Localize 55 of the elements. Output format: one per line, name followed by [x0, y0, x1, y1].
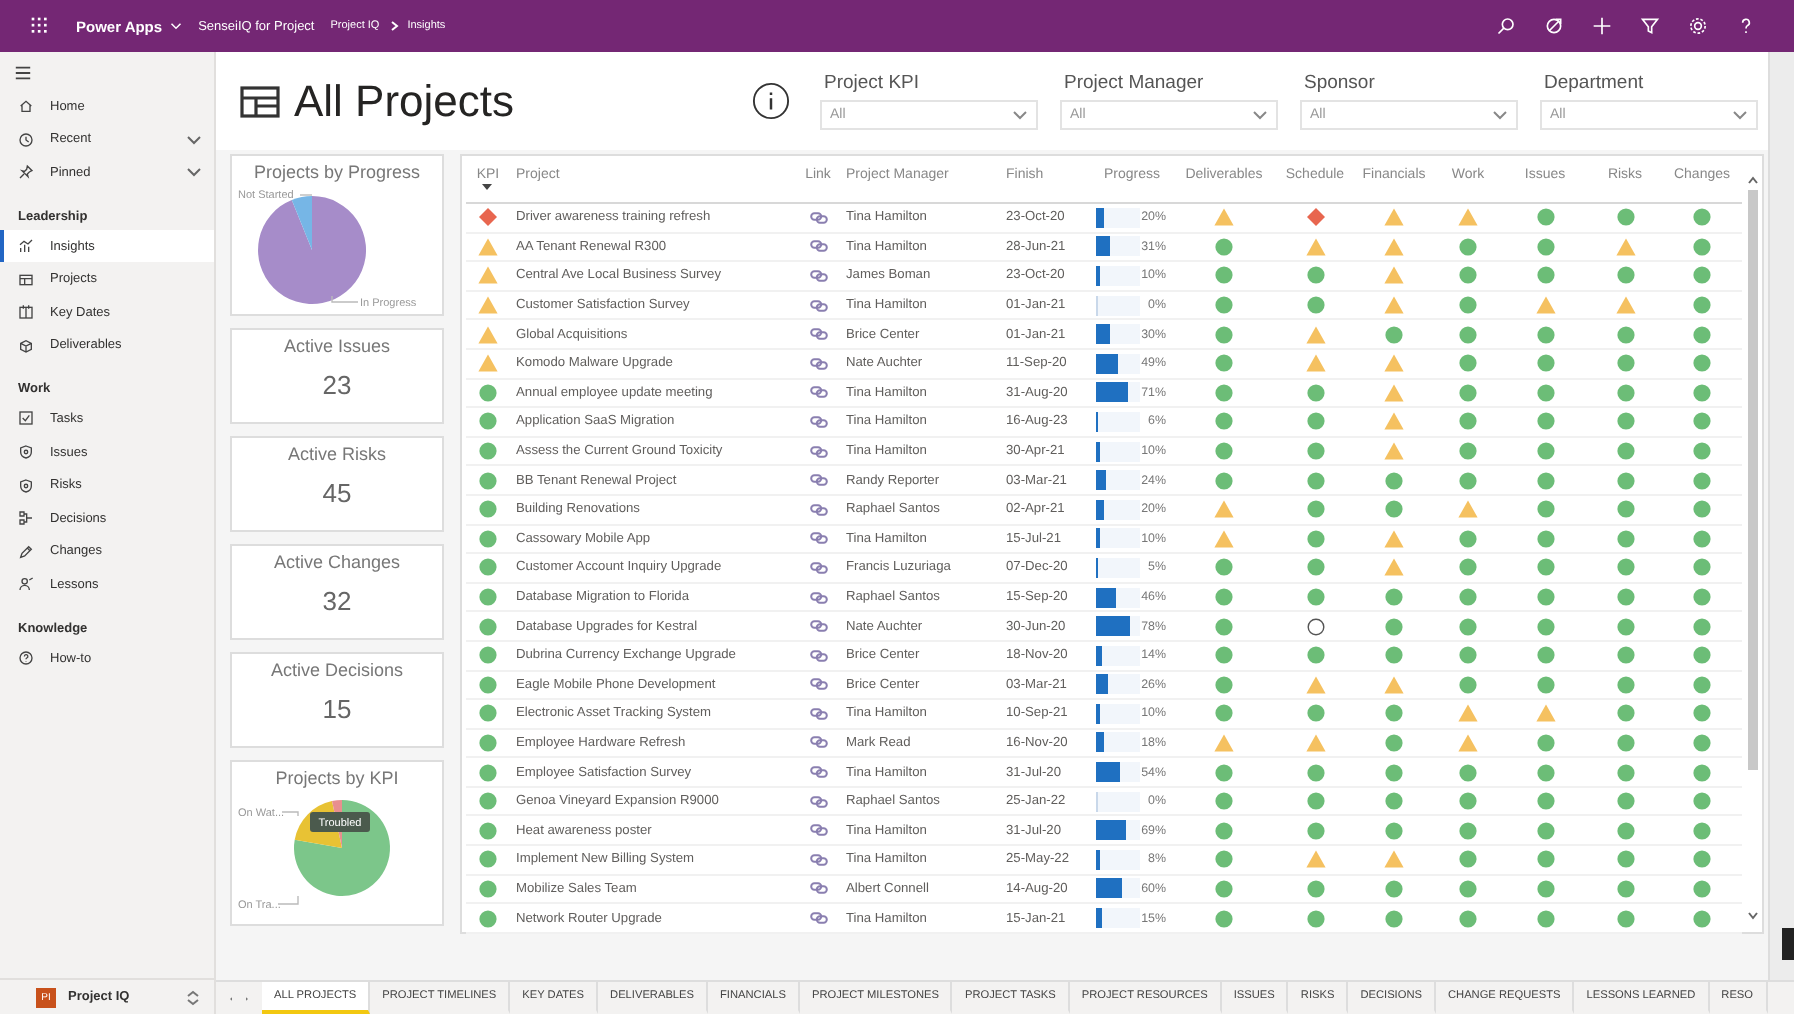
caret-down-icon[interactable]: [1747, 912, 1757, 920]
chart-icon: [18, 238, 34, 255]
hierarchy-icon: [18, 510, 34, 527]
box-icon: [18, 337, 34, 354]
clock-icon: [18, 131, 34, 148]
menu-icon[interactable]: [14, 64, 32, 82]
leader-line: [281, 811, 299, 817]
info-icon[interactable]: [752, 82, 790, 120]
leader-line: [331, 295, 359, 303]
filter-label: Project Manager: [1062, 72, 1206, 94]
chevron-icon[interactable]: [186, 166, 202, 179]
chevron-icon: [1012, 110, 1028, 120]
card-title: Active Risks: [287, 444, 386, 464]
scrollbar-thumb[interactable]: [1747, 190, 1757, 770]
card-title: Active Changes: [273, 552, 401, 572]
table-icon: [18, 271, 34, 288]
shield-icon: [18, 444, 34, 461]
metric-value: 32: [322, 586, 352, 616]
shield-icon: [18, 477, 34, 494]
filter-label: Department: [1542, 72, 1646, 94]
metric-value: 23: [322, 370, 352, 400]
chevron-icon: [387, 20, 400, 32]
question-icon: [18, 650, 34, 667]
page-title: All Projects: [294, 75, 515, 127]
help-icon[interactable]: [1736, 16, 1756, 36]
metric-value: 45: [322, 478, 352, 508]
settings-icon[interactable]: [1688, 16, 1708, 36]
house-icon: [18, 98, 34, 115]
target-icon[interactable]: [1544, 16, 1564, 36]
plus-icon[interactable]: [1592, 16, 1612, 36]
filter-icon[interactable]: [1640, 16, 1660, 36]
pin-icon: [18, 164, 34, 181]
chevron-icon[interactable]: [186, 133, 202, 146]
filter-label: Sponsor: [1302, 72, 1377, 94]
table-icon: [240, 85, 280, 117]
chevron-icon: [1492, 110, 1508, 120]
chevron-icon: [1252, 110, 1268, 120]
card-title: Active Decisions: [270, 660, 404, 680]
search-icon[interactable]: [1496, 16, 1516, 36]
checkbox-icon: [18, 410, 34, 427]
up-down-icon[interactable]: [186, 989, 200, 1005]
app-launcher-icon[interactable]: [30, 16, 50, 36]
card-title: Projects by KPI: [275, 768, 399, 788]
person-icon: [18, 576, 34, 593]
leader-line: [299, 194, 313, 196]
pencil-icon: [18, 543, 34, 560]
card-title: Active Issues: [283, 336, 391, 356]
pie-chart-drawing: [258, 196, 366, 304]
chevron-icon: [1732, 110, 1748, 120]
card-title: Projects by Progress: [253, 162, 421, 182]
calendar-icon: [18, 304, 34, 321]
leader-line: [277, 895, 299, 905]
caret-up-icon[interactable]: [1747, 176, 1757, 184]
filter-label: Project KPI: [822, 72, 922, 94]
metric-value: 15: [322, 694, 352, 724]
